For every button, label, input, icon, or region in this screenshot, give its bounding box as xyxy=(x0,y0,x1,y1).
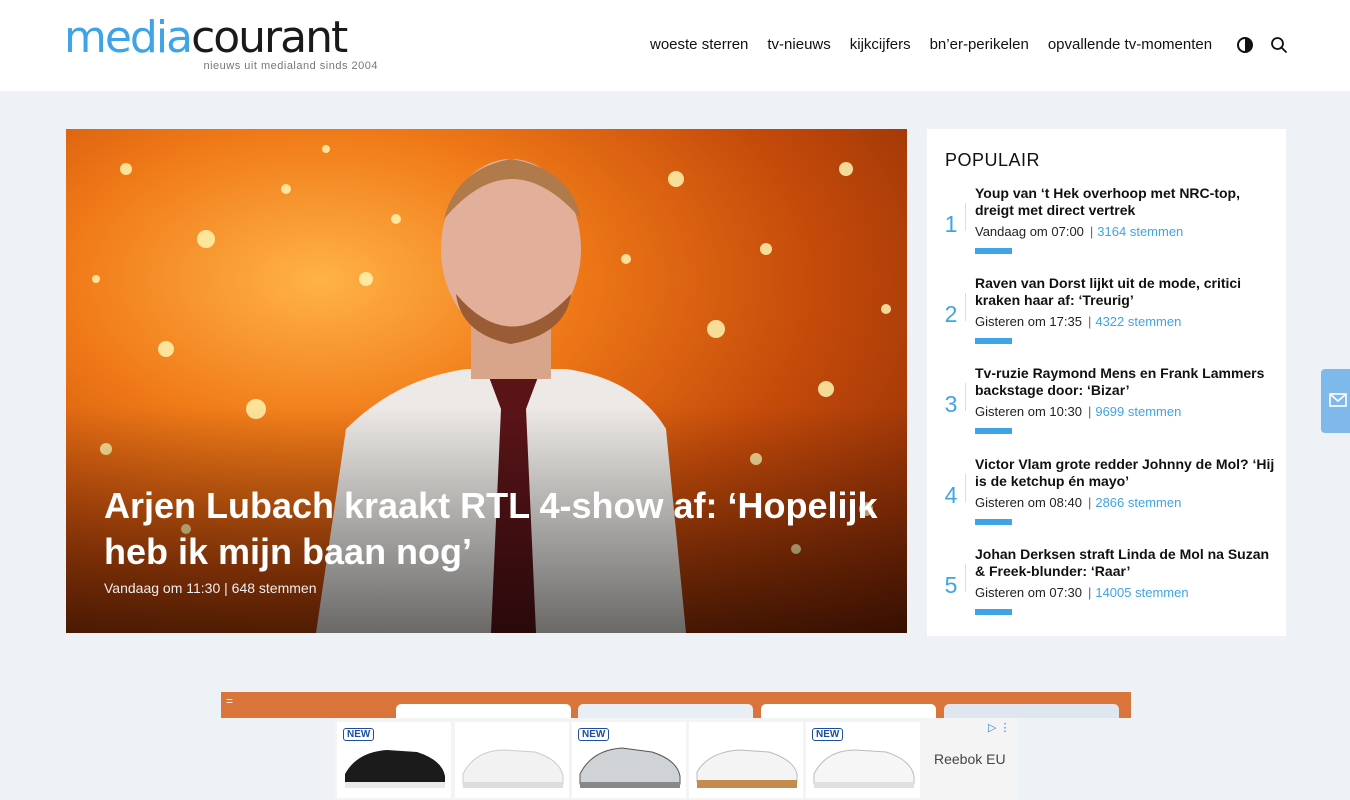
popular-heading: POPULAIR xyxy=(945,150,1041,170)
new-badge: NEW xyxy=(812,728,844,741)
popular-item-time: Gisteren om 08:40 xyxy=(975,495,1082,510)
logo-wordmark: mediacourant xyxy=(64,14,384,62)
search-icon[interactable] xyxy=(1270,36,1288,54)
ad-menu-icon: = xyxy=(226,694,234,708)
logo-part-courant: courant xyxy=(191,12,348,63)
site-header: mediacourant nieuws uit medialand sinds … xyxy=(0,0,1350,91)
ad-product[interactable] xyxy=(455,722,569,798)
ad-product[interactable]: NEW xyxy=(337,722,451,798)
hero-headline[interactable]: Arjen Lubach kraakt RTL 4-show af: ‘Hope… xyxy=(104,483,884,575)
ad-card xyxy=(761,704,936,718)
ad-card xyxy=(396,704,571,718)
logo-part-media: media xyxy=(64,12,193,63)
popular-item-title[interactable]: Johan Derksen straft Linda de Mol na Suz… xyxy=(975,546,1275,580)
popular-rank: 4 xyxy=(944,482,958,508)
ad-product[interactable] xyxy=(689,722,803,798)
new-badge: NEW xyxy=(343,728,375,741)
popular-item-meta: Vandaag om 07:00 | 3164 stemmen xyxy=(975,224,1183,239)
ad-card xyxy=(578,704,753,718)
popular-item-votes: 9699 stemmen xyxy=(1095,404,1182,419)
popular-item[interactable]: 1 Youp van ‘t Hek overhoop met NRC-top, … xyxy=(927,185,1286,271)
popular-item[interactable]: 4 Victor Vlam grote redder Johnny de Mol… xyxy=(927,456,1286,542)
popular-item-meta: Gisteren om 08:40 | 2866 stemmen xyxy=(975,495,1181,510)
popular-item-bar xyxy=(975,519,1012,525)
ad-banner-reebok[interactable]: NEW NEW NEW ▷ ⋮ Reebok EU xyxy=(334,718,1018,800)
divider xyxy=(965,383,966,411)
logo-tagline: nieuws uit medialand sinds 2004 xyxy=(203,60,378,72)
nav-item-bner-perikelen[interactable]: bn’er-perikelen xyxy=(930,36,1029,53)
popular-rank: 1 xyxy=(944,211,958,237)
nav-item-tv-nieuws[interactable]: tv-nieuws xyxy=(767,36,830,53)
ad-banner-top[interactable]: = xyxy=(221,692,1131,718)
meta-separator: | xyxy=(1087,404,1092,419)
newsletter-tab[interactable] xyxy=(1321,369,1350,433)
popular-item-time: Vandaag om 07:00 xyxy=(975,224,1084,239)
meta-separator: | xyxy=(1087,585,1092,600)
new-badge: NEW xyxy=(578,728,610,741)
shoe-image xyxy=(696,749,798,788)
popular-item-meta: Gisteren om 07:30 | 14005 stemmen xyxy=(975,585,1189,600)
popular-item-votes: 4322 stemmen xyxy=(1095,314,1182,329)
nav-item-kijkcijfers[interactable]: kijkcijfers xyxy=(850,36,911,53)
nav-item-woeste-sterren[interactable]: woeste sterren xyxy=(650,36,748,53)
popular-item-meta: Gisteren om 17:35 | 4322 stemmen xyxy=(975,314,1181,329)
divider xyxy=(965,474,966,502)
meta-separator: | xyxy=(1087,495,1092,510)
popular-item-bar xyxy=(975,428,1012,434)
ad-product[interactable]: NEW xyxy=(572,722,686,798)
main-nav: woeste sterren tv-nieuws kijkcijfers bn’… xyxy=(650,36,1231,53)
popular-item-title[interactable]: Youp van ‘t Hek overhoop met NRC-top, dr… xyxy=(975,185,1275,219)
popular-item-time: Gisteren om 10:30 xyxy=(975,404,1082,419)
popular-rank: 5 xyxy=(944,572,958,598)
divider xyxy=(965,293,966,321)
popular-item-bar xyxy=(975,338,1012,344)
popular-item-bar xyxy=(975,609,1012,615)
popular-item-meta: Gisteren om 10:30 | 9699 stemmen xyxy=(975,404,1181,419)
popular-item[interactable]: 2 Raven van Dorst lijkt uit de mode, cri… xyxy=(927,275,1286,361)
nav-item-opvallende-tv-momenten[interactable]: opvallende tv-momenten xyxy=(1048,36,1212,53)
mail-icon xyxy=(1329,393,1347,407)
popular-panel: POPULAIR 1 Youp van ‘t Hek overhoop met … xyxy=(927,129,1286,636)
popular-item-title[interactable]: Raven van Dorst lijkt uit de mode, criti… xyxy=(975,275,1275,309)
ad-choices-icon[interactable]: ▷ ⋮ xyxy=(988,721,1011,734)
site-logo[interactable]: mediacourant nieuws uit medialand sinds … xyxy=(64,14,384,78)
ad-brand-label[interactable]: Reebok EU xyxy=(934,751,1006,767)
ad-card xyxy=(944,704,1119,718)
hero-meta: Vandaag om 11:30 | 648 stemmen xyxy=(104,580,317,596)
shoe-image xyxy=(462,749,564,788)
divider xyxy=(965,203,966,231)
popular-item-title[interactable]: Victor Vlam grote redder Johnny de Mol? … xyxy=(975,456,1275,490)
popular-item-votes: 3164 stemmen xyxy=(1097,224,1184,239)
popular-item-time: Gisteren om 17:35 xyxy=(975,314,1082,329)
divider xyxy=(965,564,966,592)
popular-rank: 2 xyxy=(944,301,958,327)
popular-item[interactable]: 3 Tv-ruzie Raymond Mens en Frank Lammers… xyxy=(927,365,1286,451)
popular-item-time: Gisteren om 07:30 xyxy=(975,585,1082,600)
meta-separator: | xyxy=(1089,224,1094,239)
popular-item-bar xyxy=(975,248,1012,254)
meta-separator: | xyxy=(1087,314,1092,329)
popular-item-votes: 2866 stemmen xyxy=(1095,495,1182,510)
contrast-toggle-icon[interactable] xyxy=(1236,36,1254,54)
popular-rank: 3 xyxy=(944,391,958,417)
hero-article[interactable]: Arjen Lubach kraakt RTL 4-show af: ‘Hope… xyxy=(66,129,907,633)
popular-item[interactable]: 5 Johan Derksen straft Linda de Mol na S… xyxy=(927,546,1286,632)
popular-item-votes: 14005 stemmen xyxy=(1095,585,1189,600)
ad-product[interactable]: NEW xyxy=(806,722,920,798)
popular-item-title[interactable]: Tv-ruzie Raymond Mens en Frank Lammers b… xyxy=(975,365,1275,399)
